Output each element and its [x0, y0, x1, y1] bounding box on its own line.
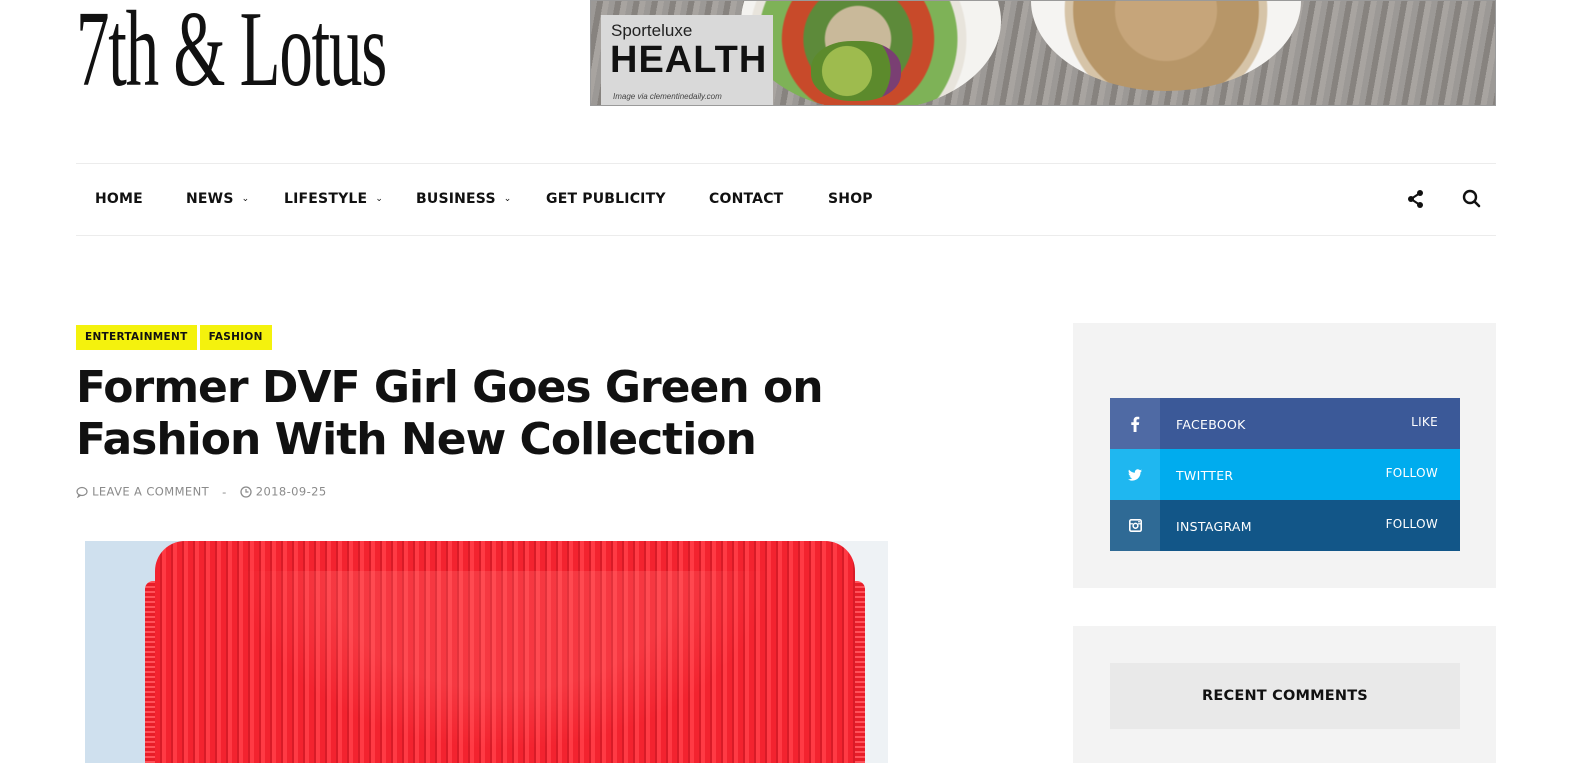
share-icon[interactable] [1406, 188, 1426, 210]
chevron-down-icon: ⌄ [375, 194, 384, 204]
social-network-name: INSTAGRAM [1176, 519, 1252, 534]
search-icon[interactable] [1462, 188, 1482, 210]
ad-banner[interactable]: Sporteluxe HEALTH Image via clementineda… [590, 0, 1496, 106]
comment-icon [76, 486, 88, 499]
comment-link[interactable]: LEAVE A COMMENT [76, 484, 213, 499]
recent-comments-widget: RECENT COMMENTS [1073, 626, 1496, 763]
twitter-icon [1110, 449, 1160, 500]
instagram-icon [1110, 500, 1160, 551]
banner-credit: Image via clementinedaily.com [613, 92, 722, 101]
nav-item-get-publicity[interactable]: GET PUBLICITY [546, 191, 666, 207]
post-date: 2018-09-25 [255, 484, 327, 499]
chevron-down-icon: ⌄ [503, 194, 512, 204]
nav-item-shop[interactable]: SHOP [828, 191, 873, 207]
facebook-like-button[interactable]: FACEBOOK LIKE [1110, 398, 1460, 449]
category-tag-fashion[interactable]: FASHION [199, 325, 272, 350]
category-tags: ENTERTAINMENT FASHION [76, 325, 275, 350]
meta-separator: - [222, 484, 227, 499]
nav-item-news[interactable]: NEWS ⌄ [186, 191, 249, 207]
chevron-down-icon: ⌄ [241, 194, 250, 204]
facebook-icon [1110, 398, 1160, 449]
site-logo[interactable]: 7th & Lotus [76, 0, 387, 110]
social-action-label: FOLLOW [1385, 466, 1438, 480]
banner-brand: Sporteluxe [611, 21, 693, 40]
social-network-name: FACEBOOK [1176, 417, 1246, 432]
instagram-follow-button[interactable]: INSTAGRAM FOLLOW [1110, 500, 1460, 551]
nav-item-lifestyle[interactable]: LIFESTYLE ⌄ [284, 191, 383, 207]
main-nav: HOME NEWS ⌄ LIFESTYLE ⌄ BUSINESS ⌄ GET PUBL… [76, 163, 1496, 236]
social-widget: FACEBOOK LIKE TWITTER FOLLOW INSTAGRAM F… [1073, 323, 1496, 588]
nav-item-contact[interactable]: CONTACT [709, 191, 783, 207]
article-title: Former DVF Girl Goes Green on Fashion Wi… [76, 362, 824, 465]
featured-image [85, 541, 888, 763]
article-meta: LEAVE A COMMENT - 2018-09-25 [76, 484, 327, 499]
widget-title: RECENT COMMENTS [1110, 663, 1460, 729]
nav-item-home[interactable]: HOME [95, 191, 143, 207]
social-action-label: FOLLOW [1385, 517, 1438, 531]
nav-item-business[interactable]: BUSINESS ⌄ [416, 191, 512, 207]
social-action-label: LIKE [1411, 415, 1438, 429]
category-tag-entertainment[interactable]: ENTERTAINMENT [76, 325, 197, 350]
clock-icon [240, 485, 252, 498]
social-network-name: TWITTER [1176, 468, 1234, 483]
banner-headline: HEALTH [610, 39, 768, 81]
twitter-follow-button[interactable]: TWITTER FOLLOW [1110, 449, 1460, 500]
